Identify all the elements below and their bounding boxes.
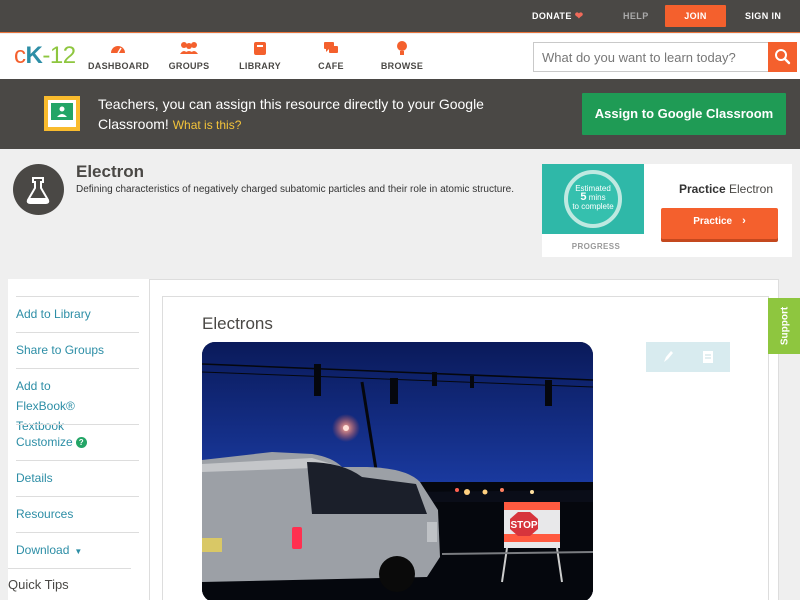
nav-groups-label: GROUPS (168, 61, 210, 71)
nav-cafe-label: CAFE (318, 61, 344, 71)
chemistry-flask-icon (13, 164, 64, 215)
sidebar-item-share-to-groups[interactable]: Share to Groups (16, 332, 139, 367)
dashboard-icon (111, 46, 125, 54)
support-tab[interactable]: Support (768, 298, 800, 354)
sidebar-item-customize[interactable]: Customize? (16, 424, 139, 459)
nav-library[interactable]: LIBRARY (235, 40, 285, 71)
to-complete-label: to complete (572, 202, 614, 211)
logo-dash: - (42, 42, 50, 69)
pencil-icon[interactable] (660, 349, 676, 365)
logo-c: c (14, 42, 26, 69)
search-icon (775, 49, 791, 65)
join-button[interactable]: JOIN (665, 5, 726, 27)
nav-cafe[interactable]: CAFE (310, 40, 352, 71)
classroom-banner-text: Teachers, you can assign this resource d… (98, 94, 538, 135)
assign-to-google-classroom-button[interactable]: Assign to Google Classroom (582, 93, 786, 135)
nav-browse[interactable]: BROWSE (378, 40, 426, 71)
caret-down-icon: ▼ (74, 547, 83, 556)
notes-icon[interactable] (700, 349, 716, 365)
donate-label: DONATE (532, 11, 572, 21)
google-classroom-icon (44, 96, 80, 131)
sidebar-label: Details (16, 471, 53, 485)
support-label: Support (779, 306, 791, 346)
sign-in-link[interactable]: SIGN IN (745, 0, 781, 33)
help-icon[interactable]: ? (75, 437, 87, 448)
logo-12: 12 (49, 42, 76, 69)
main-nav: cK-12 DASHBOARD GROUPS LIBRARY CAFE BROW… (0, 34, 800, 79)
estimated-time: Estimated 5 mins to complete (564, 184, 622, 211)
sidebar-label: Download (16, 543, 70, 557)
nav-browse-label: BROWSE (380, 61, 424, 71)
search-button[interactable] (768, 42, 797, 72)
practice-button-label: Practice (693, 216, 733, 227)
estimated-unit: mins (588, 193, 606, 202)
practice-prefix: Practice (678, 182, 726, 196)
logo-k: K (25, 42, 43, 69)
nav-dashboard-label: DASHBOARD (88, 61, 150, 71)
nav-groups[interactable]: GROUPS (163, 40, 215, 71)
cafe-icon (324, 42, 338, 53)
sidebar-label: Resources (16, 507, 74, 521)
top-utility-bar: DONATE ❤ HELP JOIN SIGN IN (0, 0, 800, 33)
practice-topic: Electron (729, 182, 774, 196)
sidebar-label: Add to Library (16, 307, 91, 321)
search-bar (533, 42, 797, 72)
browse-icon (397, 41, 407, 55)
search-input[interactable] (534, 43, 769, 71)
practice-title: Practice Electron (660, 182, 792, 196)
help-link[interactable]: HELP (623, 0, 649, 33)
practice-card: Estimated 5 mins to complete PROGRESS Pr… (542, 164, 792, 257)
progress-badge: Estimated 5 mins to complete (542, 164, 644, 234)
sidebar-item-download[interactable]: Download ▼ (16, 532, 139, 569)
quick-tips-heading[interactable]: Quick Tips (8, 568, 131, 592)
stop-sign-label: STOP (510, 520, 537, 531)
electrons-photo: STOP (202, 342, 593, 600)
sidebar-label: Customize (16, 435, 73, 449)
sidebar-label: Share to Groups (16, 343, 105, 357)
concept-description: Defining characteristics of negatively c… (76, 184, 514, 195)
sidebar-item-add-to-library[interactable]: Add to Library (16, 296, 139, 331)
what-is-this-link[interactable]: What is this? (173, 118, 242, 132)
chevron-right-icon: › (742, 215, 746, 227)
progress-label: PROGRESS (571, 242, 621, 251)
resource-sidebar: Add to Library Share to Groups Add to Fl… (8, 279, 150, 600)
donate-link[interactable]: DONATE ❤ (532, 0, 584, 33)
sidebar-item-details[interactable]: Details (16, 460, 139, 495)
content-title: Electrons (202, 314, 273, 333)
nav-dashboard[interactable]: DASHBOARD (88, 40, 150, 71)
concept-title: Electron (76, 162, 145, 181)
sidebar-item-resources[interactable]: Resources (16, 496, 139, 531)
groups-icon (180, 42, 198, 54)
ck12-logo[interactable]: cK-12 (14, 43, 76, 69)
annotation-tools (646, 342, 730, 372)
heart-icon: ❤ (574, 11, 584, 22)
library-icon (254, 42, 266, 55)
nav-library-label: LIBRARY (239, 61, 281, 71)
classroom-message: Teachers, you can assign this resource d… (98, 96, 484, 132)
practice-button[interactable]: Practice › (661, 208, 778, 239)
